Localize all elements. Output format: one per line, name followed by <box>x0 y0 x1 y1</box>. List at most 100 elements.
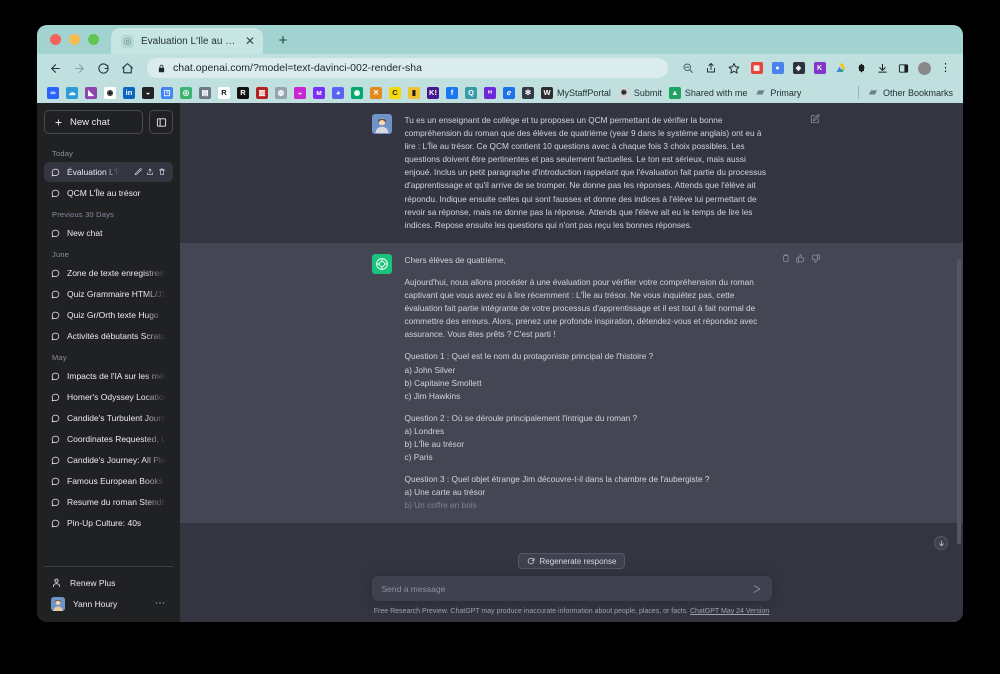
chrome-menu-icon[interactable]: ⋮ <box>936 59 955 78</box>
bookmark-infinity[interactable]: ∞ <box>44 84 62 101</box>
home-icon[interactable] <box>117 58 137 78</box>
regenerate-response-button[interactable]: Regenerate response <box>517 553 626 569</box>
scrollbar[interactable] <box>957 103 962 622</box>
bookmark-drop[interactable]: ◣ <box>82 84 100 101</box>
sidebar-item-conversation[interactable]: Famous European Books List <box>44 471 173 491</box>
sidebar-item-conversation[interactable]: New chat <box>44 223 173 243</box>
send-button[interactable] <box>752 584 762 594</box>
bookmark-kahoot[interactable]: K! <box>424 84 442 101</box>
bookmark-chat[interactable]: ◒ <box>139 84 157 101</box>
sidebar-item-conversation[interactable]: Évaluation L'Île au tré <box>44 162 173 182</box>
bookmark-yellow-c-icon: C <box>389 86 401 99</box>
extensions-puzzle-icon[interactable] <box>852 59 871 78</box>
close-icon[interactable]: ✕ <box>245 35 255 47</box>
sidebar-item-conversation[interactable]: Homer's Odyssey Locations <box>44 387 173 407</box>
bookmark-discord[interactable]: ◕ <box>329 84 347 101</box>
question-choice: a) Une carte au trésor <box>404 487 486 498</box>
bookmark-robot-green[interactable]: ◎ <box>177 84 195 101</box>
chat-bubble-icon <box>51 269 60 278</box>
bookmark-m-purple[interactable]: ᵐ <box>481 84 499 101</box>
zoom-out-icon[interactable] <box>678 59 697 78</box>
bookmark-bug-dark-icon: ✻ <box>522 86 534 99</box>
bookmark-folder-other[interactable]: ▰ Other Bookmarks <box>864 84 956 101</box>
bookmark-x-orange[interactable]: ✕ <box>367 84 385 101</box>
bookmark-linkedin[interactable]: in <box>120 84 138 101</box>
maximize-window-button[interactable] <box>88 34 99 45</box>
thumbs-up-icon[interactable] <box>795 254 805 263</box>
sidepanel-icon[interactable] <box>894 59 913 78</box>
trash-icon[interactable] <box>158 168 166 176</box>
bookmark-r-dark[interactable]: R <box>234 84 252 101</box>
renew-plus-button[interactable]: Renew Plus <box>44 572 173 593</box>
composer[interactable] <box>371 576 772 601</box>
bookmark-globe-grey[interactable]: ◍ <box>272 84 290 101</box>
extension-icon-red[interactable]: ▦ <box>747 59 766 78</box>
arrow-right-icon[interactable] <box>69 58 89 78</box>
question-prompt: Question 2 : Où se déroule principalemen… <box>404 412 638 423</box>
share-icon[interactable] <box>146 168 154 176</box>
sidebar-toggle-button[interactable] <box>149 110 173 134</box>
version-link[interactable]: ChatGPT May 24 Version <box>690 608 769 615</box>
sidebar-item-conversation[interactable]: Resume du roman Stendhal <box>44 492 173 512</box>
bookmark-r-light[interactable]: R <box>215 84 233 101</box>
sidebar-item-conversation[interactable]: Quiz Gr/Orth texte Hugo <box>44 305 173 325</box>
new-chat-button[interactable]: New chat <box>44 110 143 134</box>
arrow-left-icon[interactable] <box>45 58 65 78</box>
bookmark-kahoot-icon: K! <box>427 86 439 99</box>
sidebar-item-conversation[interactable]: QCM L'Île au trésor <box>44 183 173 203</box>
edit-icon[interactable] <box>134 168 142 176</box>
close-window-button[interactable] <box>50 34 61 45</box>
bookmark-search-doc[interactable]: ◳ <box>158 84 176 101</box>
question-choice: a) John Silver <box>404 364 456 375</box>
user-account-button[interactable]: Yann Houry ⋯ <box>44 593 173 614</box>
downloads-icon[interactable] <box>873 59 892 78</box>
chat-bubble-icon <box>51 414 60 423</box>
bookmark-f-blue-icon: f <box>446 86 458 99</box>
scroll-to-bottom-button[interactable] <box>934 536 948 550</box>
bookmark-grid[interactable]: ▤ <box>196 84 214 101</box>
reload-icon[interactable] <box>93 58 113 78</box>
bookmark-mint[interactable]: ◉ <box>348 84 366 101</box>
bookmark-mystaffportal[interactable]: W MyStaffPortal <box>538 84 614 101</box>
bookmark-chat-magenta[interactable]: ◒ <box>291 84 309 101</box>
minimize-window-button[interactable] <box>69 34 80 45</box>
bookmark-submit[interactable]: ❋ Submit <box>615 84 665 101</box>
bookmark-e-blue[interactable]: ℯ <box>500 84 518 101</box>
bookmark-cloud[interactable]: ☁ <box>63 84 81 101</box>
bookmark-folder-primary[interactable]: ▰ Primary <box>751 84 804 101</box>
new-tab-button[interactable]: + <box>275 32 291 48</box>
sidebar-item-conversation[interactable]: Coordinates Requested, Unable <box>44 429 173 449</box>
bookmark-m-violet[interactable]: ᴍ <box>310 84 328 101</box>
thumbs-down-icon[interactable] <box>811 254 820 263</box>
sidebar-item-conversation[interactable]: Pin-Up Culture: 40s <box>44 513 173 533</box>
bookmark-yellow-c[interactable]: C <box>386 84 404 101</box>
sidebar-item-conversation[interactable]: Candide's Turbulent Journey <box>44 408 173 428</box>
address-bar[interactable]: chat.openai.com/?model=text-davinci-002-… <box>147 58 668 78</box>
bookmark-bug-dark[interactable]: ✻ <box>519 84 537 101</box>
ellipsis-icon[interactable]: ⋯ <box>155 598 166 609</box>
browser-tab[interactable]: Évaluation L'Île au trésor. ✕ <box>111 28 263 54</box>
bookmark-github[interactable]: ◉ <box>101 84 119 101</box>
extension-icon-blue[interactable]: ● <box>768 59 787 78</box>
copy-icon[interactable] <box>781 254 790 263</box>
sidebar-item-conversation[interactable]: Candide's Journey: All Places <box>44 450 173 470</box>
sidebar-item-conversation[interactable]: Quiz Grammaire HTML/JS <box>44 284 173 304</box>
edit-icon[interactable] <box>810 114 820 124</box>
extension-icon-purple[interactable]: K <box>810 59 829 78</box>
sidebar-item-conversation[interactable]: Impacts de l'IA sur les métiers <box>44 366 173 386</box>
google-drive-icon[interactable] <box>831 59 850 78</box>
sidebar-item-conversation[interactable]: Zone de texte enregistrement. <box>44 263 173 283</box>
conversation-history[interactable]: Today Évaluation L'Île au tré QCM L'Île au… <box>44 143 173 562</box>
profile-avatar-icon[interactable] <box>915 59 934 78</box>
bookmark-q-teal[interactable]: Q <box>462 84 480 101</box>
star-icon[interactable] <box>724 59 743 78</box>
bookmark-yellow-note[interactable]: ▮ <box>405 84 423 101</box>
bookmark-f-blue[interactable]: f <box>443 84 461 101</box>
bookmark-books-red[interactable]: ▥ <box>253 84 271 101</box>
extension-icon-dark[interactable]: ◈ <box>789 59 808 78</box>
bookmark-shared-with-me[interactable]: ▲ Shared with me <box>666 84 751 101</box>
message-input[interactable] <box>381 583 752 594</box>
share-icon[interactable] <box>701 59 720 78</box>
sidebar-item-conversation[interactable]: Activités débutants Scratch. <box>44 326 173 346</box>
scrollbar-thumb[interactable] <box>957 258 961 545</box>
